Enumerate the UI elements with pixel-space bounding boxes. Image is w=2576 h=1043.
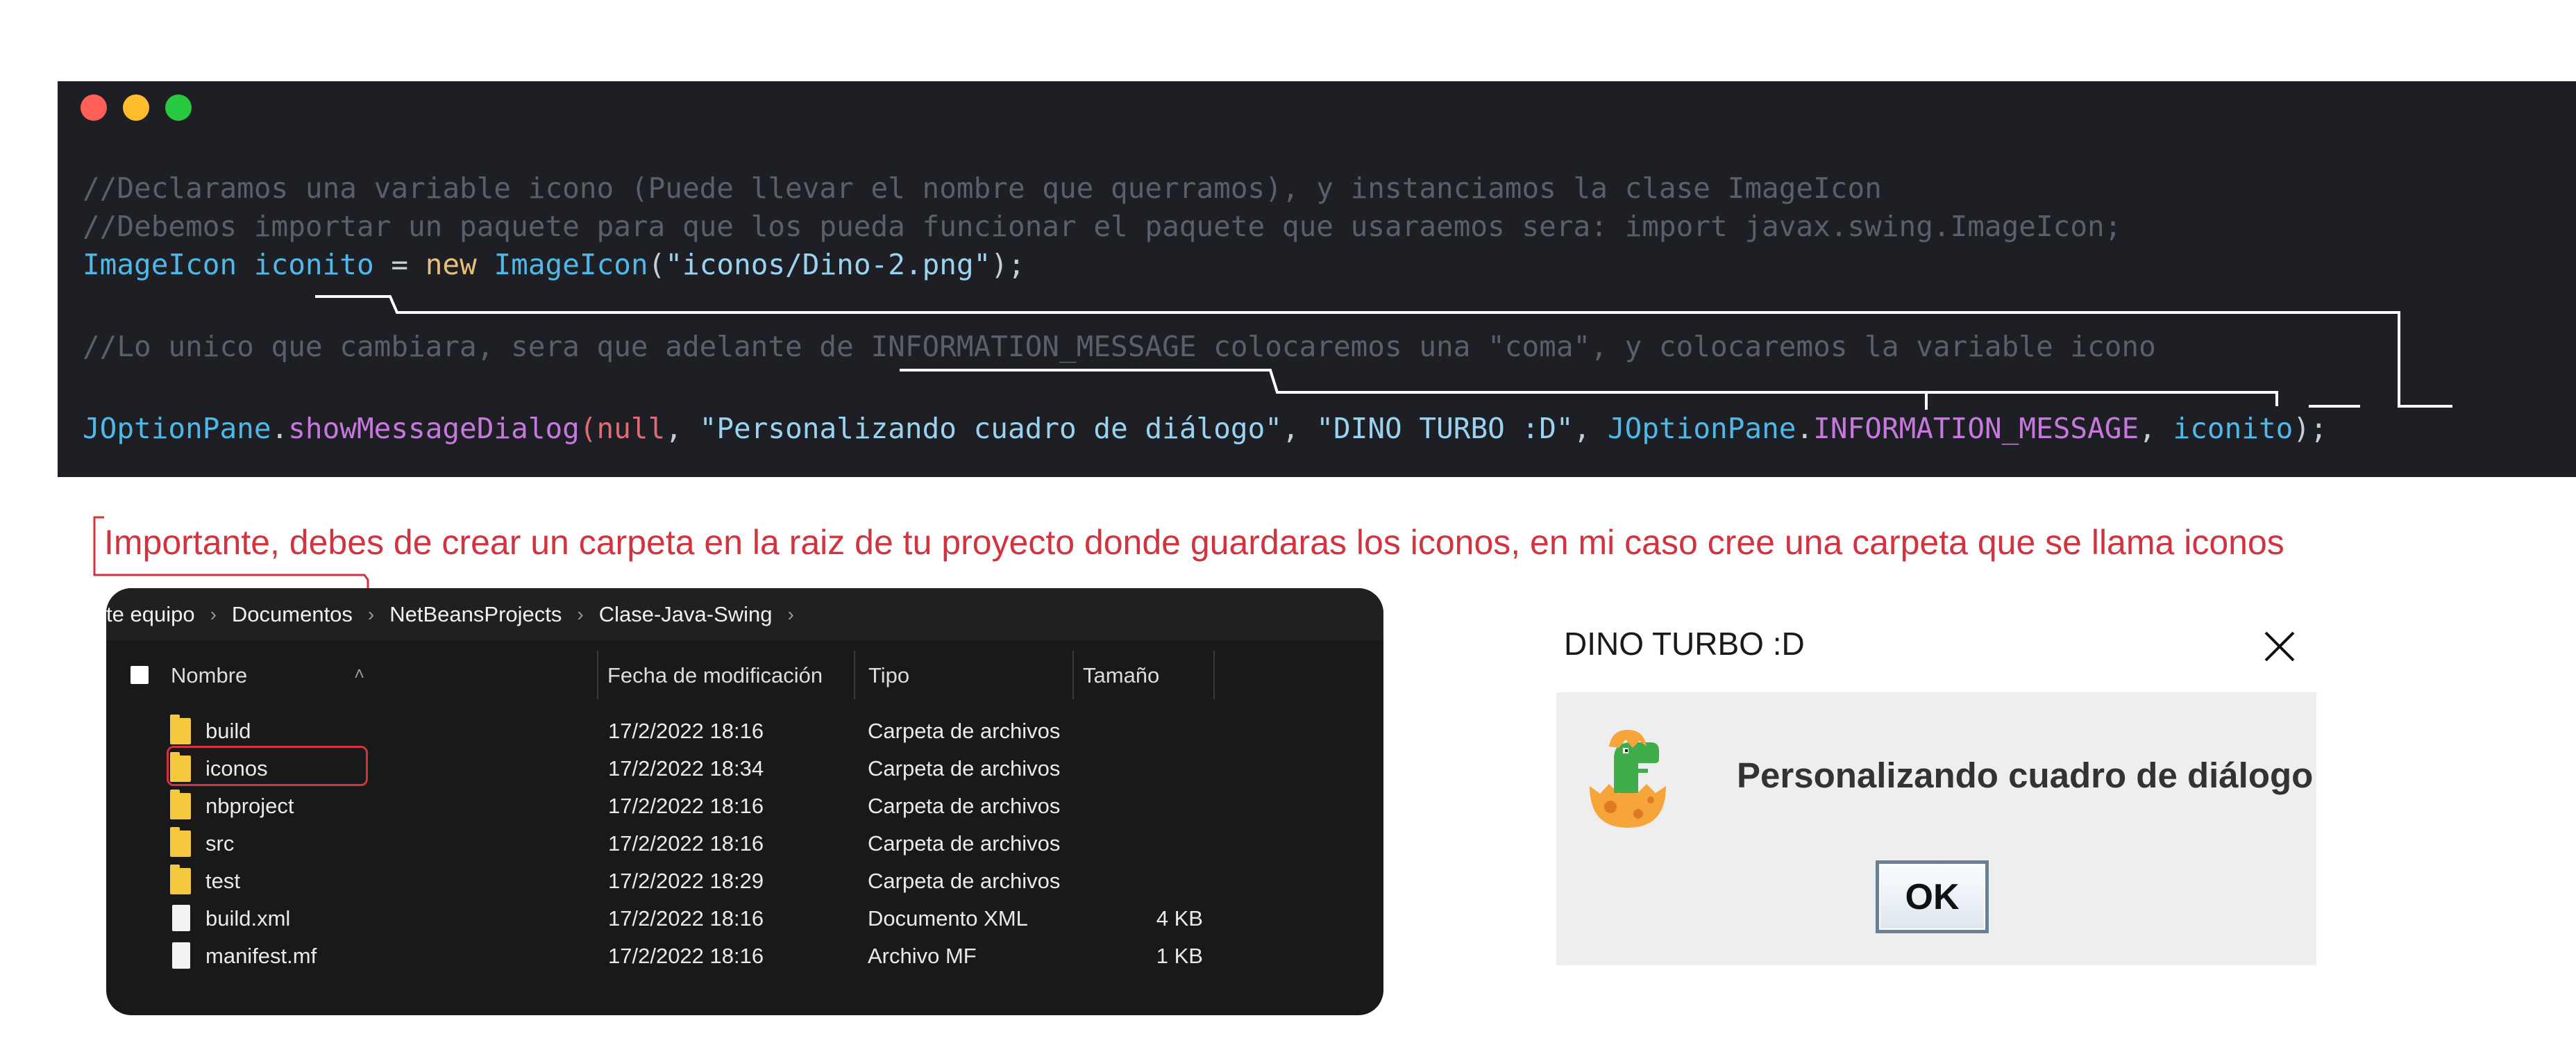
code-editor-window: //Declaramos una variable icono (Puede l… [58, 81, 2576, 477]
file-row-test[interactable]: test 17/2/2022 18:29 Carpeta de archivos [106, 862, 1383, 899]
file-modified: 17/2/2022 18:16 [608, 944, 764, 968]
file-name: nbproject [205, 794, 294, 818]
column-divider[interactable] [597, 651, 598, 699]
file-modified: 17/2/2022 18:16 [608, 719, 764, 743]
file-modified: 17/2/2022 18:34 [608, 756, 764, 781]
column-header-type[interactable]: Tipo [868, 663, 909, 688]
dino-egg-icon [1590, 730, 1666, 828]
folder-icon [170, 790, 191, 819]
code-token-var: iconito [2173, 412, 2293, 445]
file-type: Documento XML [868, 906, 1028, 931]
file-name: manifest.mf [205, 944, 317, 968]
file-type: Carpeta de archivos [868, 756, 1061, 781]
file-type: Carpeta de archivos [868, 831, 1061, 856]
file-name: build.xml [205, 906, 291, 931]
ok-button[interactable]: OK [1876, 860, 1989, 933]
select-all-checkbox[interactable] [131, 666, 149, 684]
code-token-var: iconito [253, 248, 374, 281]
column-header-row: Nombre ˄ Fecha de modificación Tipo Tama… [106, 651, 1383, 703]
code-token-null: null [596, 412, 666, 445]
sort-caret-icon: ˄ [354, 663, 365, 684]
breadcrumb-item[interactable]: Documentos [232, 602, 353, 627]
close-icon[interactable] [2262, 628, 2298, 665]
breadcrumb-item[interactable]: Clase-Java-Swing [599, 602, 773, 627]
code-token-paren: ( [579, 412, 597, 445]
dialog-title: DINO TURBO :D [1564, 626, 1805, 662]
maximize-dot-icon[interactable] [165, 94, 192, 121]
file-name: test [205, 869, 240, 893]
file-size: 1 KB [1156, 944, 1203, 968]
breadcrumb-item[interactable]: te equipo [106, 602, 195, 627]
code-token-dot: . [1796, 412, 1814, 445]
breadcrumb: te equipo › Documentos › NetBeansProject… [106, 588, 1383, 640]
code-comment-3: //Lo unico que cambiara, sera que adelan… [83, 330, 2156, 363]
file-size: 4 KB [1156, 906, 1203, 931]
file-modified: 17/2/2022 18:16 [608, 794, 764, 818]
code-token-sep: , [1281, 412, 1317, 445]
code-token-open: ( [648, 248, 666, 281]
code-token-sep: , [1573, 412, 1608, 445]
code-token-class: JOptionPane [1607, 412, 1796, 445]
code-token-class: JOptionPane [83, 412, 271, 445]
minimize-dot-icon[interactable] [123, 94, 149, 121]
file-row-build[interactable]: build 17/2/2022 18:16 Carpeta de archivo… [106, 712, 1383, 749]
code-token-sep: , [665, 412, 700, 445]
folder-icon [170, 865, 191, 894]
close-dot-icon[interactable] [81, 94, 107, 121]
code-token-op: = [373, 248, 426, 281]
dialog-message: Personalizando cuadro de diálogo [1737, 756, 2314, 795]
file-type: Carpeta de archivos [868, 794, 1061, 818]
file-type: Carpeta de archivos [868, 719, 1061, 743]
file-modified: 17/2/2022 18:29 [608, 869, 764, 893]
code-line-imageicon: ImageIcon iconito = new ImageIcon("icono… [83, 247, 1025, 282]
iconos-highlight-box [167, 746, 368, 786]
code-token-new: new [425, 248, 477, 281]
column-divider[interactable] [1072, 651, 1074, 699]
code-token-dot: . [271, 412, 289, 445]
code-token-constant: INFORMATION_MESSAGE [1813, 412, 2139, 445]
chevron-right-icon: › [210, 603, 217, 625]
file-row-manifest[interactable]: manifest.mf 17/2/2022 18:16 Archivo MF 1… [106, 937, 1383, 974]
code-token-path-string: "iconos/Dino-2.png" [665, 248, 991, 281]
code-token-message-string: "Personalizando cuadro de diálogo" [699, 412, 1282, 445]
document-icon [172, 905, 190, 931]
file-row-build-xml[interactable]: build.xml 17/2/2022 18:16 Documento XML … [106, 899, 1383, 937]
file-name: build [205, 719, 251, 743]
column-header-name[interactable]: Nombre [171, 663, 247, 688]
code-token-close: ); [2293, 412, 2327, 445]
code-comment-1: //Declaramos una variable icono (Puede l… [83, 172, 1882, 205]
code-token-method: showMessageDialog [288, 412, 580, 445]
column-divider[interactable] [854, 651, 855, 699]
important-note: Importante, debes de crear un carpeta en… [104, 523, 2284, 562]
column-header-modified[interactable]: Fecha de modificación [607, 663, 823, 688]
file-modified: 17/2/2022 18:16 [608, 906, 764, 931]
file-type: Carpeta de archivos [868, 869, 1061, 893]
code-line-showmessagedialog: JOptionPane.showMessageDialog(null, "Per… [83, 411, 2327, 446]
file-type: Archivo MF [868, 944, 977, 968]
chevron-right-icon: › [367, 603, 375, 625]
folder-icon [170, 827, 191, 857]
file-row-nbproject[interactable]: nbproject 17/2/2022 18:16 Carpeta de arc… [106, 787, 1383, 824]
chevron-right-icon: › [577, 603, 584, 625]
file-modified: 17/2/2022 18:16 [608, 831, 764, 856]
code-token-type: ImageIcon [83, 248, 237, 281]
breadcrumb-item[interactable]: NetBeansProjects [389, 602, 562, 627]
code-token-ctor: ImageIcon [494, 248, 648, 281]
folder-icon [170, 715, 191, 744]
file-name: src [205, 831, 235, 856]
code-comment-2: //Debemos importar un paquete para que l… [83, 210, 2122, 243]
chevron-right-icon[interactable]: › [788, 603, 794, 626]
code-token-close: ); [991, 248, 1025, 281]
file-explorer: te equipo › Documentos › NetBeansProject… [106, 588, 1383, 1015]
file-row-src[interactable]: src 17/2/2022 18:16 Carpeta de archivos [106, 824, 1383, 862]
code-token-title-string: "DINO TURBO :D" [1316, 412, 1574, 445]
code-token-sep: , [2139, 412, 2173, 445]
column-divider[interactable] [1213, 651, 1215, 699]
column-header-size[interactable]: Tamaño [1083, 663, 1159, 688]
document-icon [172, 942, 190, 969]
dialog-body: Personalizando cuadro de diálogo OK [1556, 692, 2316, 965]
window-controls [81, 94, 192, 121]
